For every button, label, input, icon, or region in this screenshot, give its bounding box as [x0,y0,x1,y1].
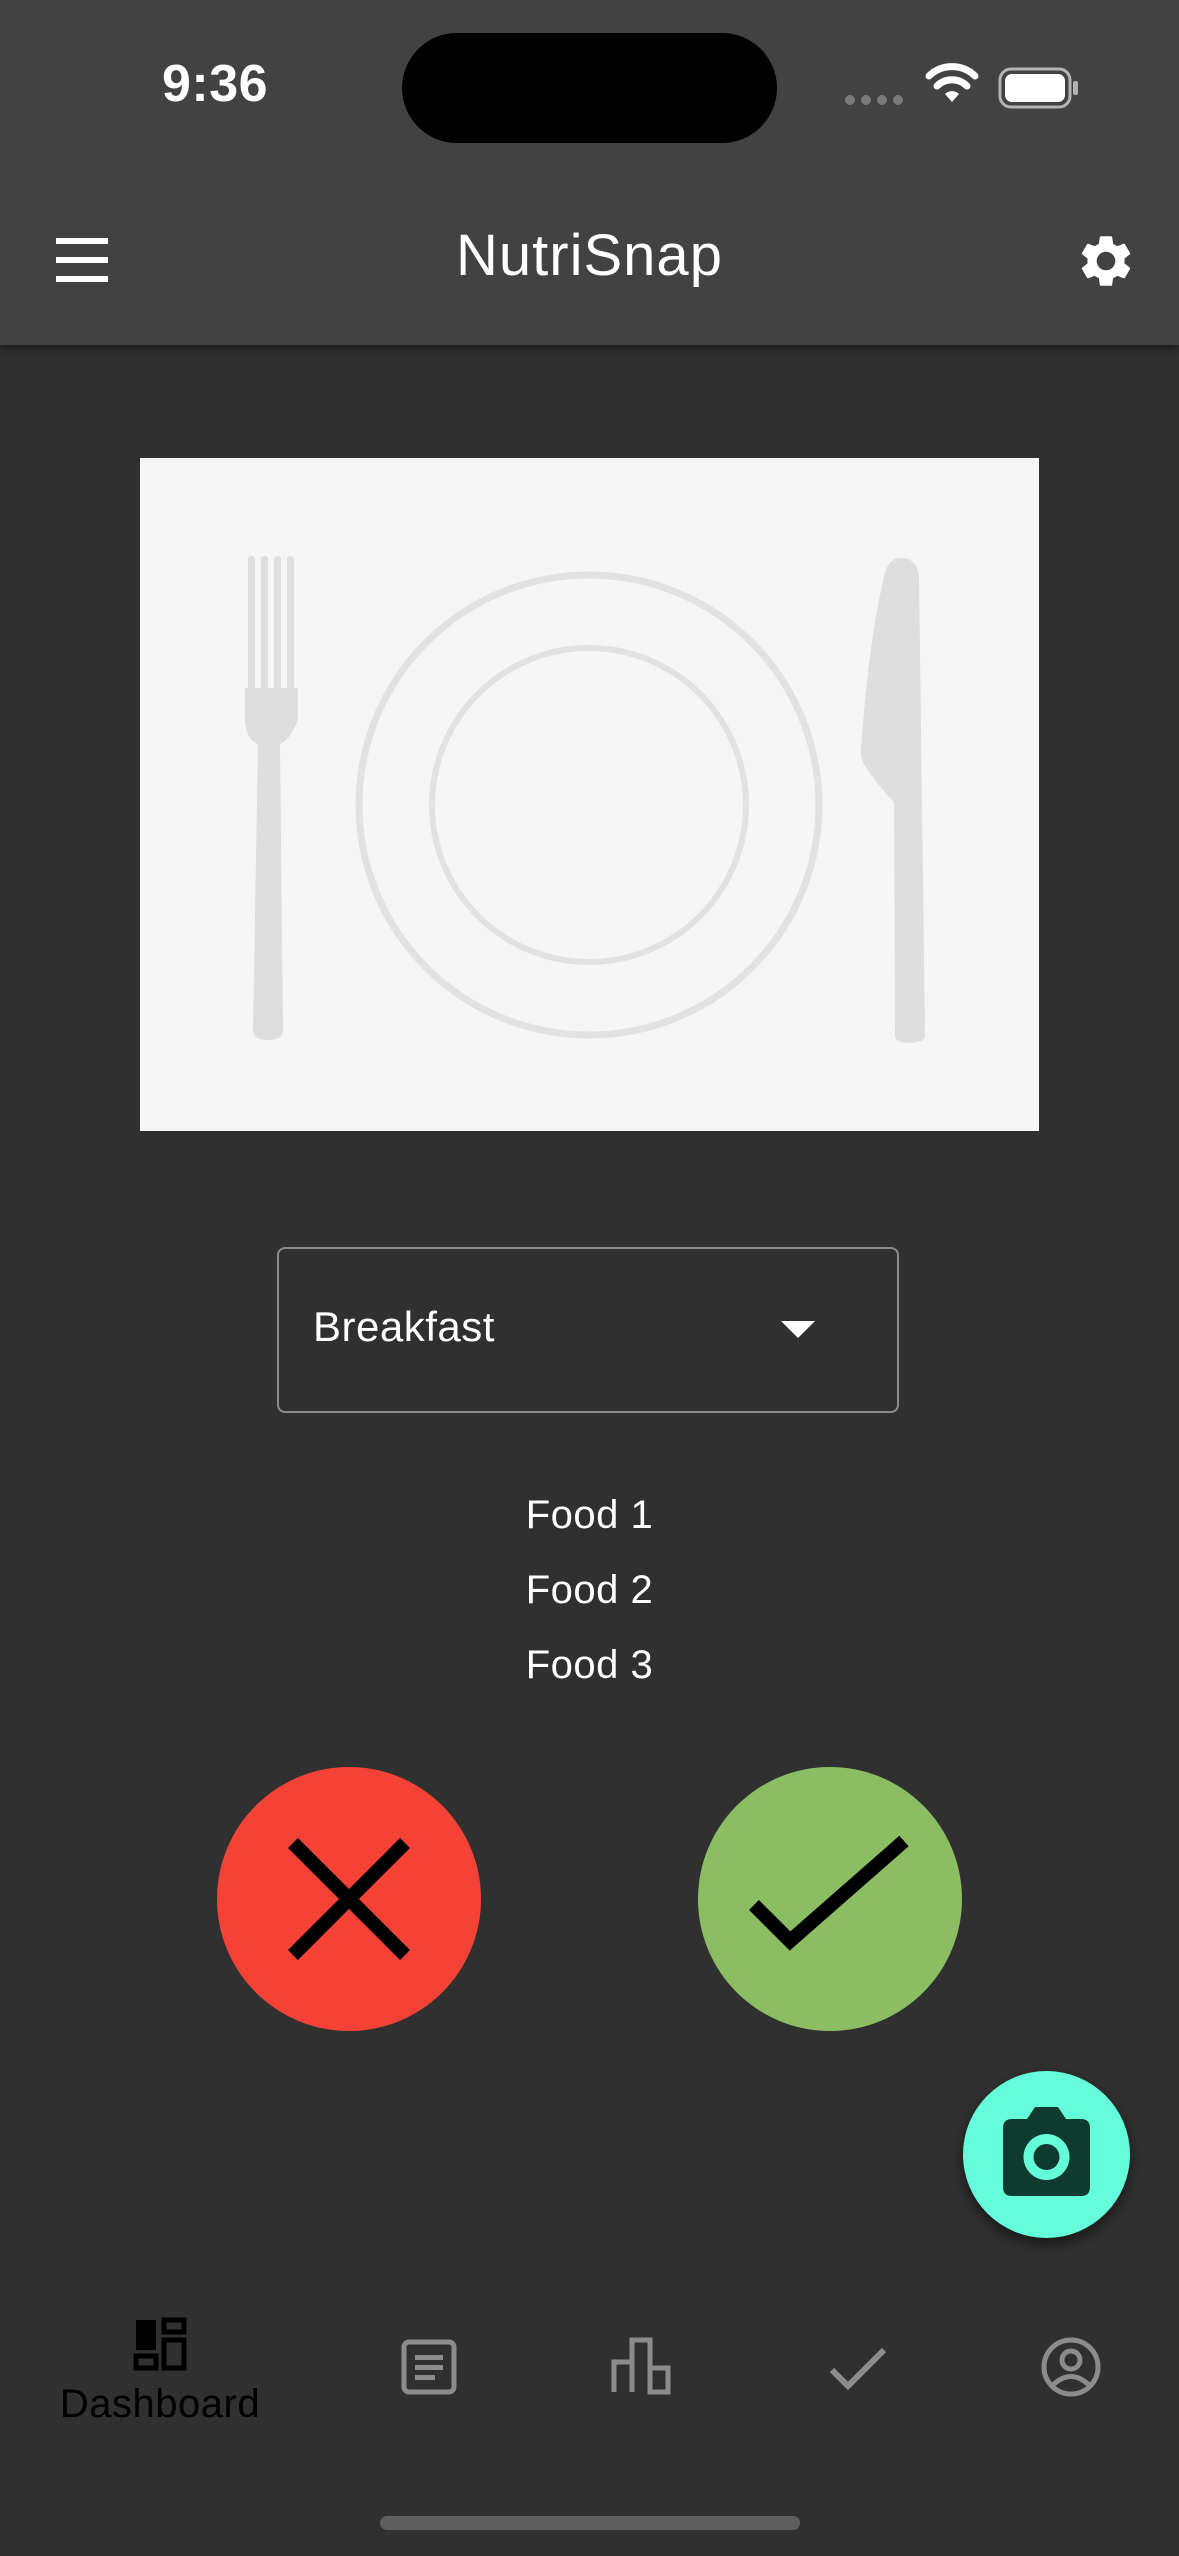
wifi-icon [925,63,979,102]
nav-label-dashboard: Dashboard [59,2382,261,2426]
article-icon [401,2339,457,2395]
dynamic-island [402,33,777,143]
dropdown-arrow-icon [781,1321,815,1338]
home-indicator [380,2516,800,2530]
close-icon [288,1838,410,1960]
nav-profile[interactable] [1032,2300,1112,2450]
reject-button[interactable] [217,1767,481,2031]
battery-icon [998,67,1078,109]
nav-stats[interactable] [602,2300,682,2450]
food-item: Food 1 [525,1493,654,1537]
app-bar: 9:36 NutriSnap [0,0,1179,345]
meal-photo [140,458,1039,1131]
food-item: Food 3 [525,1643,654,1687]
dashboard-icon [133,2317,187,2371]
camera-fab[interactable] [963,2071,1130,2238]
app-title: NutriSnap [456,223,723,288]
camera-icon [1003,2107,1090,2196]
status-time: 9:36 [161,55,269,113]
cellular-signal-icon [845,92,909,110]
account-circle-icon [1041,2337,1101,2397]
food-item: Food 2 [525,1568,654,1612]
detected-food-list: Food 1 Food 2 Food 3 [0,1485,1179,1710]
accept-button[interactable] [698,1767,962,2031]
meal-type-value: Breakfast [313,1303,495,1350]
plate-fork-knife-icon [245,556,925,1043]
settings-button[interactable] [1075,230,1137,292]
nav-goals[interactable] [818,2300,898,2450]
check-icon [829,2347,887,2391]
bar-chart-icon [611,2337,671,2395]
bottom-navigation: Dashboard [0,2300,1179,2460]
nav-dashboard[interactable]: Dashboard [40,2300,280,2450]
meal-type-dropdown[interactable]: Breakfast [277,1247,899,1413]
nav-log[interactable] [390,2300,470,2450]
check-icon [749,1835,909,1951]
